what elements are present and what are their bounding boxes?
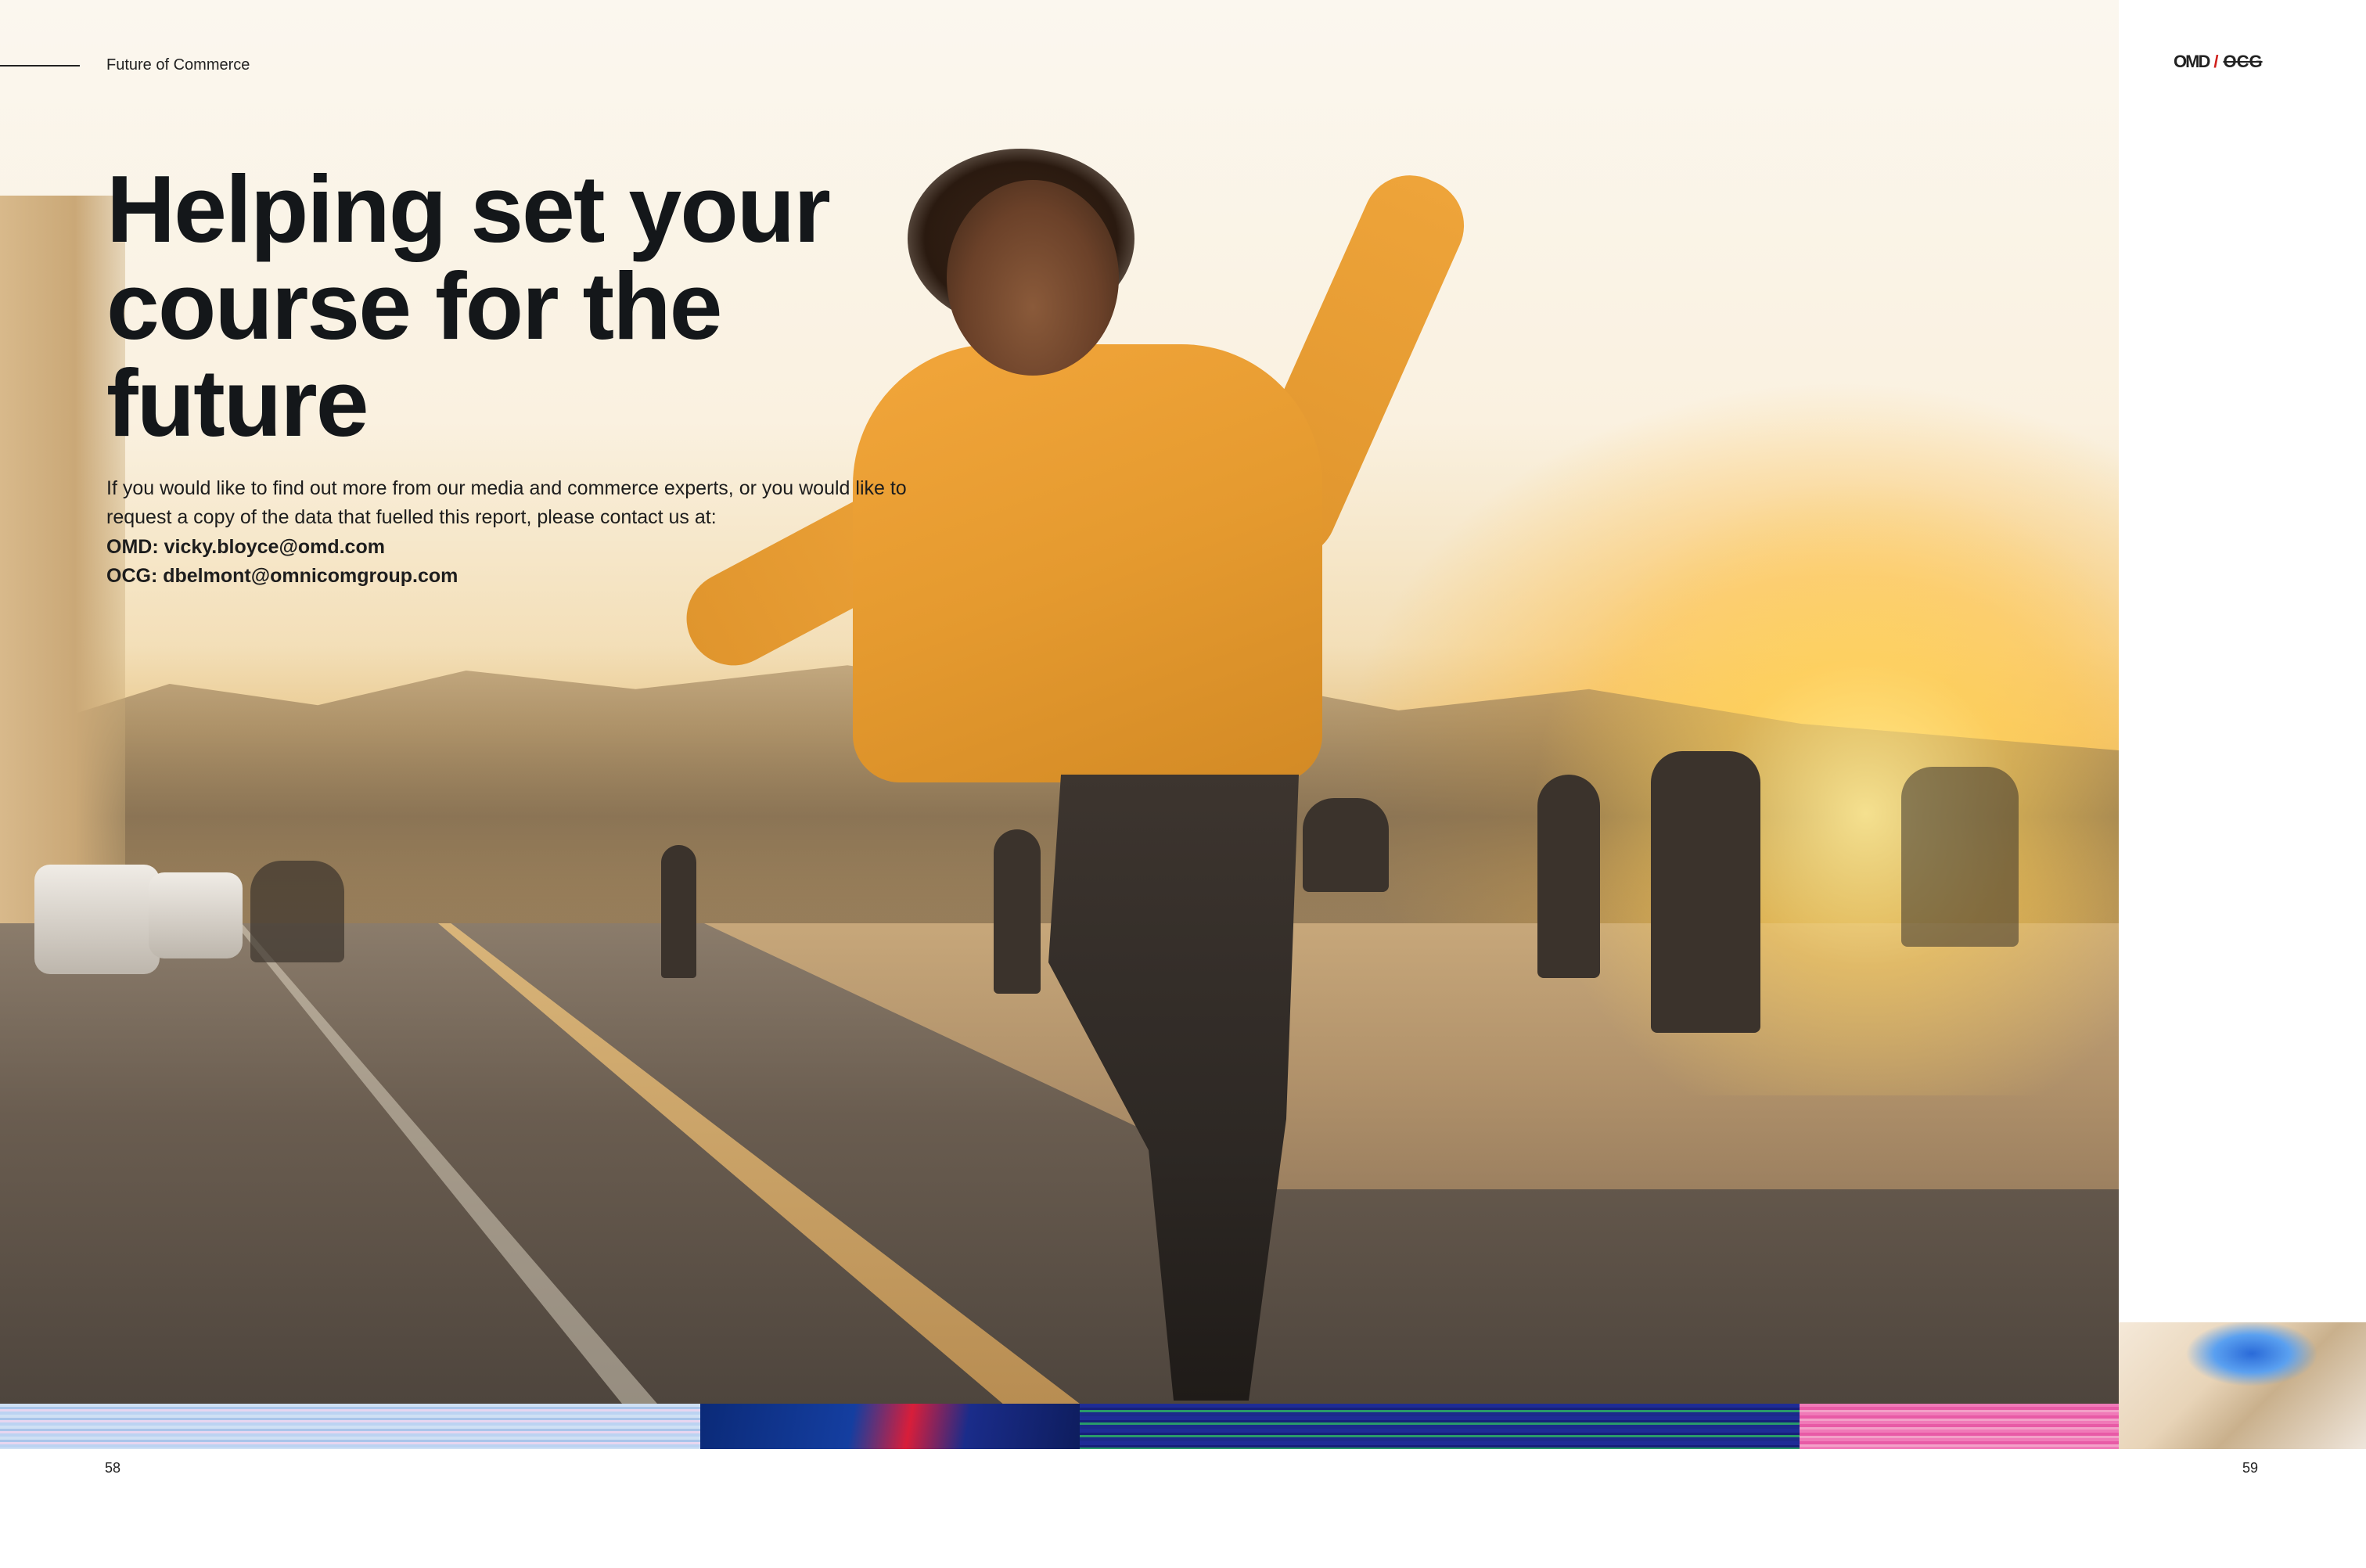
right-margin bbox=[2119, 0, 2366, 1322]
person-face bbox=[947, 180, 1119, 376]
yellow-hoodie bbox=[853, 344, 1322, 782]
glitch-band-segment bbox=[1080, 1404, 1800, 1449]
parked-car bbox=[149, 872, 243, 958]
glitch-band-segment bbox=[700, 1404, 1080, 1449]
page-number-left: 58 bbox=[105, 1460, 121, 1476]
pedestrian bbox=[994, 829, 1041, 994]
contact-omd-email[interactable]: OMD: vicky.bloyce@omd.com bbox=[106, 533, 385, 562]
omd-ocg-logo: OMD / OCG bbox=[2174, 52, 2263, 72]
glitch-corner-art bbox=[2119, 1322, 2366, 1449]
header-rule bbox=[0, 65, 80, 67]
running-head: Future of Commerce bbox=[106, 56, 250, 74]
pedestrian bbox=[1303, 798, 1389, 892]
pedestrian bbox=[250, 861, 344, 962]
pedestrian bbox=[1537, 775, 1600, 978]
glitch-band-segment bbox=[0, 1404, 700, 1449]
page-title: Helping set your course for the future bbox=[106, 156, 831, 456]
pedestrian bbox=[1651, 751, 1760, 1033]
parked-car bbox=[34, 865, 160, 974]
pedestrian bbox=[1901, 767, 2019, 947]
logo-omd: OMD bbox=[2174, 52, 2210, 71]
body-paragraph: If you would like to find out more from … bbox=[106, 477, 907, 528]
glitch-band-segment bbox=[1800, 1404, 2119, 1449]
contact-ocg-email[interactable]: OCG: dbelmont@omnicomgroup.com bbox=[106, 562, 458, 591]
pedestrian bbox=[661, 845, 696, 978]
logo-ocg: OCG bbox=[2223, 52, 2263, 71]
logo-slash: / bbox=[2213, 52, 2219, 71]
page-number-right: 59 bbox=[2242, 1460, 2259, 1476]
